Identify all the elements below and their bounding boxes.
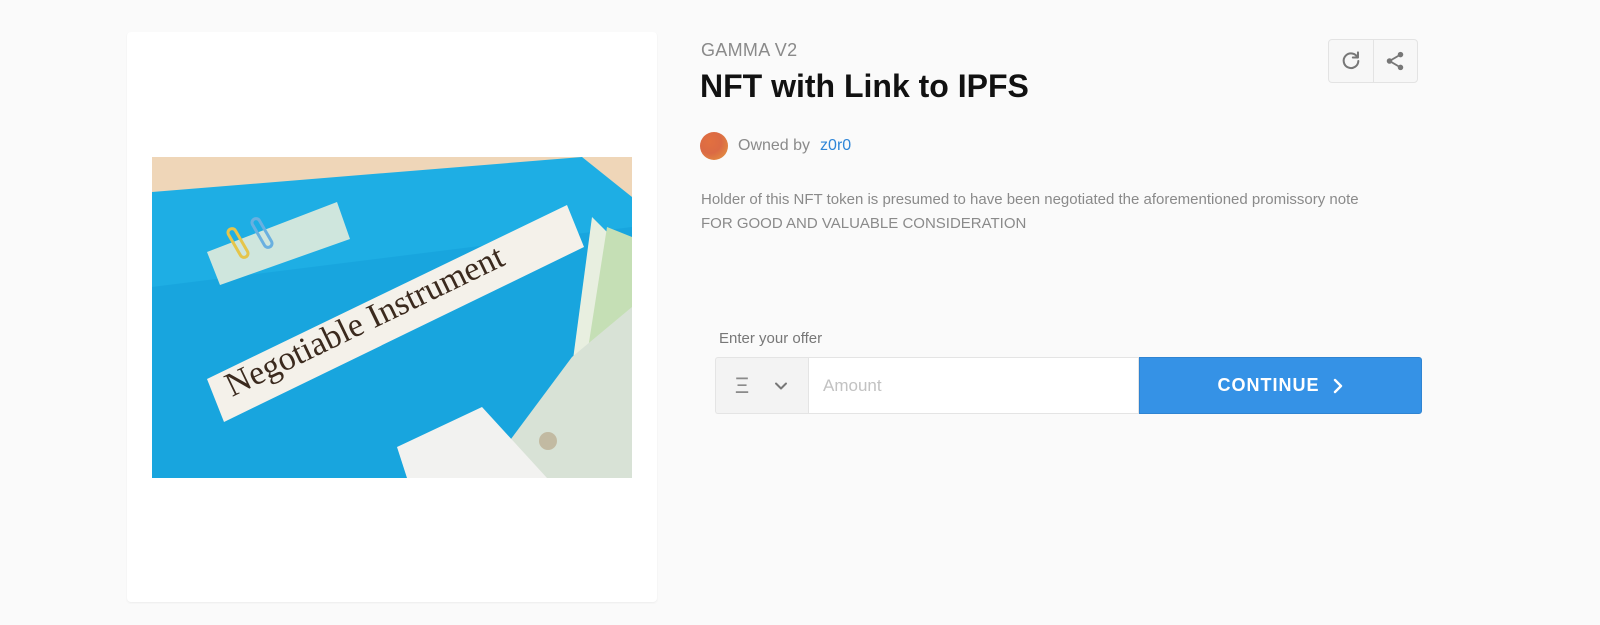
currency-select[interactable]: Ξ <box>715 357 808 414</box>
owned-by-label: Owned by <box>738 137 811 154</box>
page-title: NFT with Link to IPFS <box>700 68 1029 104</box>
chevron-right-icon <box>1333 378 1342 393</box>
refresh-button[interactable] <box>1329 40 1373 82</box>
amount-input[interactable] <box>808 357 1139 414</box>
description-line: FOR GOOD AND VALUABLE CONSIDERATION <box>701 215 1027 232</box>
owner-avatar[interactable] <box>700 132 728 160</box>
eth-currency-icon: Ξ <box>734 372 750 398</box>
owner-link[interactable]: z0r0 <box>820 137 851 155</box>
owner-info: Owned by z0r0 <box>700 132 851 160</box>
nft-artwork-image: Negotiable Instrument <box>152 157 632 478</box>
refresh-icon <box>1342 51 1360 70</box>
description-line: Holder of this NFT token is presumed to … <box>701 191 1359 208</box>
nft-image-card: Negotiable Instrument <box>127 32 657 602</box>
share-icon <box>1387 51 1404 71</box>
chevron-down-icon <box>775 382 788 389</box>
continue-button[interactable]: CONTINUE <box>1139 357 1422 414</box>
item-description: Holder of this NFT token is presumed to … <box>701 188 1441 236</box>
share-button[interactable] <box>1372 40 1417 82</box>
offer-form: Ξ CONTINUE <box>715 357 1422 414</box>
collection-name[interactable]: GAMMA V2 <box>701 40 797 61</box>
item-actions <box>1328 39 1418 83</box>
offer-label: Enter your offer <box>719 330 823 347</box>
continue-label: CONTINUE <box>1217 375 1320 395</box>
